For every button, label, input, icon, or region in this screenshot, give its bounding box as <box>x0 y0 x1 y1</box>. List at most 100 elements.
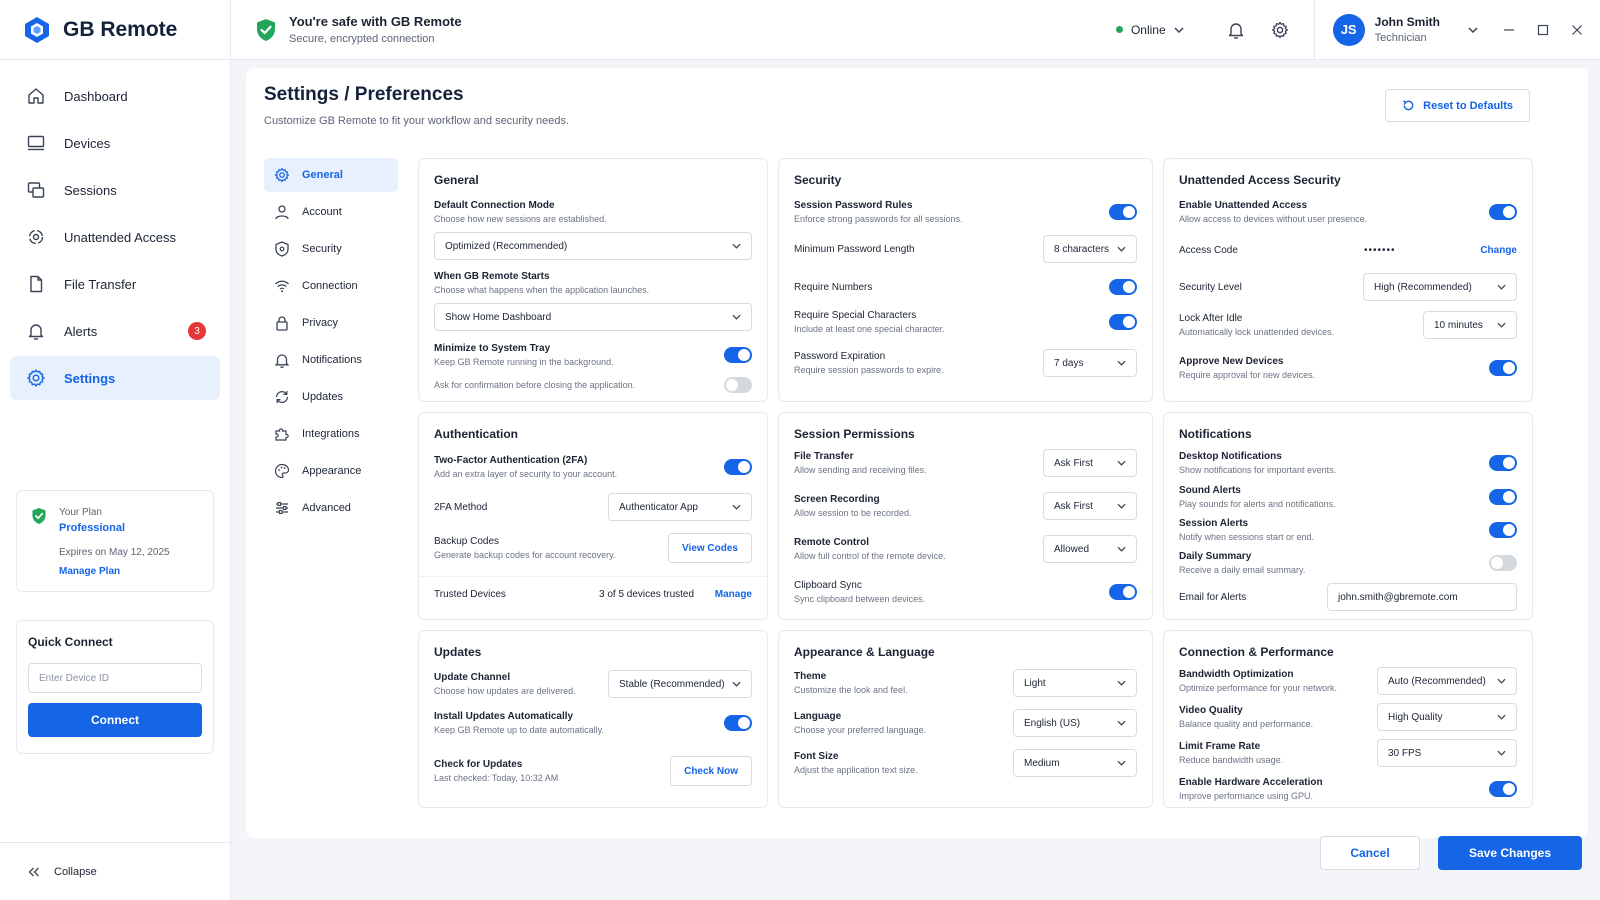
settings-panel: Settings / Preferences Customize GB Remo… <box>246 68 1588 838</box>
manage-plan-link[interactable]: Manage Plan <box>59 566 170 577</box>
select-value: Light <box>1024 677 1046 689</box>
approve-devices-toggle[interactable] <box>1489 360 1517 376</box>
sidebar-item-unattended-access[interactable]: Unattended Access <box>10 215 220 259</box>
file-icon <box>26 274 46 294</box>
subnav-connection[interactable]: Connection <box>264 269 398 303</box>
confirm-close-toggle[interactable] <box>724 377 752 393</box>
user-menu[interactable]: JS John Smith Technician <box>1313 0 1492 60</box>
remote-control-select[interactable]: Allowed <box>1043 535 1137 563</box>
setting-description: Allow session to be recorded. <box>794 508 912 518</box>
connect-button[interactable]: Connect <box>28 703 202 737</box>
desktop-notifications-toggle[interactable] <box>1489 455 1517 471</box>
trusted-devices-count: 3 of 5 devices trusted <box>599 589 695 600</box>
select-value: 8 characters <box>1054 243 1110 255</box>
sidebar-item-label: Alerts <box>64 323 98 339</box>
connection-mode-select[interactable]: Optimized (Recommended) <box>434 232 752 260</box>
shield-check-icon <box>255 18 277 42</box>
minimize-icon[interactable] <box>1492 24 1526 36</box>
subnav-appearance[interactable]: Appearance <box>264 454 398 488</box>
select-value: 10 minutes <box>1434 319 1483 331</box>
twofa-method-select[interactable]: Authenticator App <box>608 493 752 521</box>
language-select[interactable]: English (US) <box>1013 709 1137 737</box>
chevron-down-icon <box>1117 360 1126 366</box>
sidebar-item-label: Dashboard <box>64 88 128 104</box>
setting-label: Sound Alerts <box>1179 485 1241 496</box>
sidebar-item-file-transfer[interactable]: File Transfer <box>10 262 220 306</box>
lock-idle-select[interactable]: 10 minutes <box>1423 311 1517 339</box>
check-now-button[interactable]: Check Now <box>670 756 752 786</box>
sound-alerts-toggle[interactable] <box>1489 489 1517 505</box>
status-dropdown[interactable]: Online <box>1115 23 1184 37</box>
session-alerts-toggle[interactable] <box>1489 522 1517 538</box>
clipboard-sync-toggle[interactable] <box>1109 584 1137 600</box>
bell-icon <box>26 321 46 341</box>
collapse-button[interactable]: Collapse <box>0 842 230 900</box>
save-changes-button[interactable]: Save Changes <box>1438 836 1582 870</box>
bell-icon[interactable] <box>1214 21 1258 39</box>
file-transfer-select[interactable]: Ask First <box>1043 449 1137 477</box>
device-id-input[interactable] <box>28 663 202 693</box>
app-name: GB Remote <box>63 17 178 41</box>
enable-unattended-toggle[interactable] <box>1489 204 1517 220</box>
subnav-privacy[interactable]: Privacy <box>264 306 398 340</box>
sidebar-item-settings[interactable]: Settings <box>10 356 220 400</box>
subnav-integrations[interactable]: Integrations <box>264 417 398 451</box>
password-expiration-select[interactable]: 7 days <box>1043 349 1137 377</box>
close-icon[interactable] <box>1560 24 1594 36</box>
font-size-select[interactable]: Medium <box>1013 749 1137 777</box>
two-factor-toggle[interactable] <box>724 459 752 475</box>
setting-label: Require Numbers <box>794 281 873 293</box>
view-codes-button[interactable]: View Codes <box>668 533 752 563</box>
video-quality-select[interactable]: High Quality <box>1377 703 1517 731</box>
cancel-button[interactable]: Cancel <box>1320 836 1420 870</box>
setting-description: Choose your preferred language. <box>794 725 927 735</box>
sidebar-item-alerts[interactable]: Alerts 3 <box>10 309 220 353</box>
chevron-down-icon <box>1497 322 1506 328</box>
require-special-toggle[interactable] <box>1109 314 1137 330</box>
card-title: Updates <box>434 645 482 659</box>
maximize-icon[interactable] <box>1526 24 1560 36</box>
subnav-advanced[interactable]: Advanced <box>264 491 398 525</box>
setting-description: Keep GB Remote running in the background… <box>434 357 614 367</box>
setting-description: Keep GB Remote up to date automatically. <box>434 725 604 735</box>
bandwidth-select[interactable]: Auto (Recommended) <box>1377 667 1517 695</box>
security-banner: You're safe with GB Remote Secure, encry… <box>231 14 462 45</box>
sidebar-item-devices[interactable]: Devices <box>10 121 220 165</box>
plan-expiry: Expires on May 12, 2025 <box>59 547 170 558</box>
gear-icon[interactable] <box>1258 21 1302 39</box>
subnav-notifications[interactable]: Notifications <box>264 343 398 377</box>
plan-name: Professional <box>59 522 126 534</box>
subnav-security[interactable]: Security <box>264 232 398 266</box>
update-channel-select[interactable]: Stable (Recommended) <box>608 670 752 698</box>
reset-defaults-button[interactable]: Reset to Defaults <box>1385 89 1530 122</box>
sidebar-item-label: Sessions <box>64 182 117 198</box>
subnav-account[interactable]: Account <box>264 195 398 229</box>
card-title: Unattended Access Security <box>1179 173 1341 187</box>
sidebar-item-sessions[interactable]: Sessions <box>10 168 220 212</box>
min-length-select[interactable]: 8 characters <box>1043 235 1137 263</box>
unattended-card: Unattended Access Security Enable Unatte… <box>1163 158 1533 402</box>
setting-label: Require Special Characters <box>794 310 917 321</box>
chevron-down-icon <box>1117 503 1126 509</box>
change-code-link[interactable]: Change <box>1480 245 1517 256</box>
security-level-select[interactable]: High (Recommended) <box>1363 273 1517 301</box>
setting-label: Video Quality <box>1179 705 1243 716</box>
password-rules-toggle[interactable] <box>1109 204 1137 220</box>
alert-email-input[interactable]: john.smith@gbremote.com <box>1327 583 1517 611</box>
theme-select[interactable]: Light <box>1013 669 1137 697</box>
subnav-updates[interactable]: Updates <box>264 380 398 414</box>
subnav-general[interactable]: General <box>264 158 398 192</box>
daily-summary-toggle[interactable] <box>1489 555 1517 571</box>
sidebar-item-dashboard[interactable]: Dashboard <box>10 74 220 118</box>
subnav-label: Integrations <box>302 428 360 440</box>
manage-devices-link[interactable]: Manage <box>715 589 752 600</box>
hardware-acceleration-toggle[interactable] <box>1489 781 1517 797</box>
require-numbers-toggle[interactable] <box>1109 279 1137 295</box>
card-title: Session Permissions <box>794 427 915 441</box>
minimize-tray-toggle[interactable] <box>724 347 752 363</box>
screen-recording-select[interactable]: Ask First <box>1043 492 1137 520</box>
frame-rate-select[interactable]: 30 FPS <box>1377 739 1517 767</box>
startup-select[interactable]: Show Home Dashboard <box>434 303 752 331</box>
palette-icon <box>274 463 290 479</box>
auto-update-toggle[interactable] <box>724 715 752 731</box>
